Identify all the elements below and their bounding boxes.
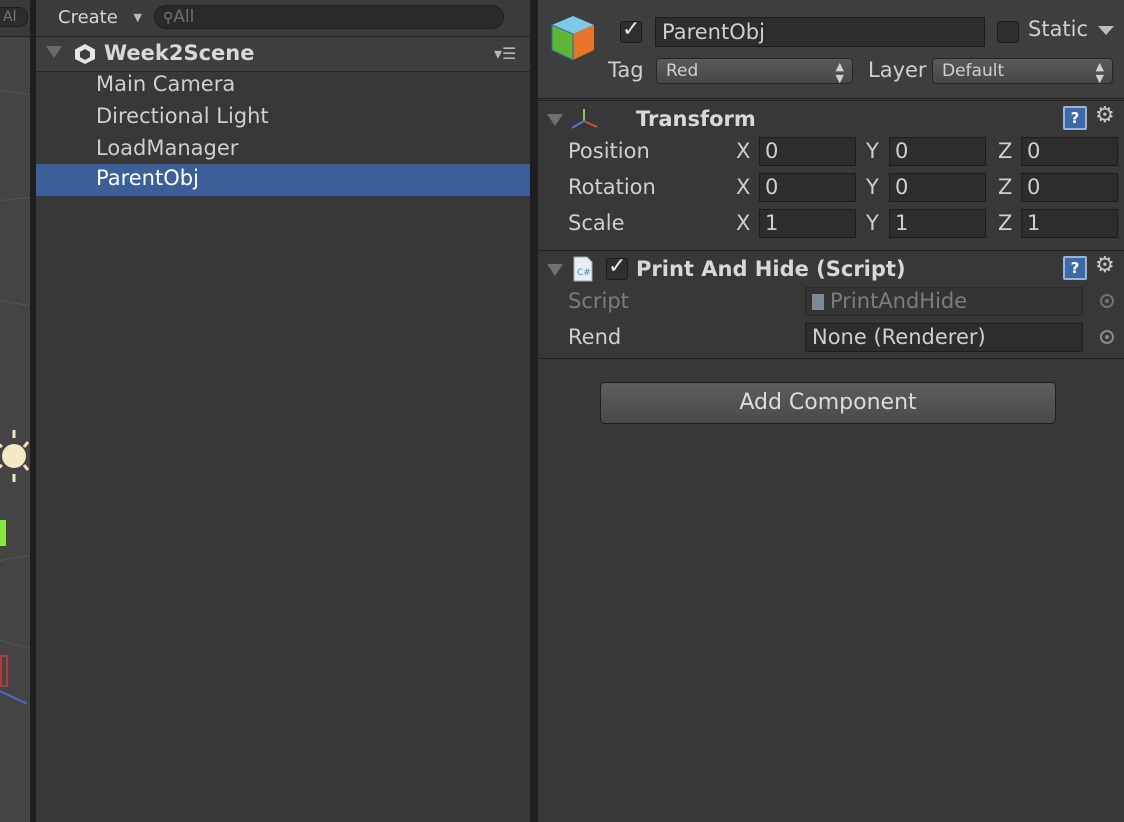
- scene-toolbar: Al: [0, 0, 30, 37]
- axis-z-label: Z: [998, 211, 1013, 235]
- create-label: Create: [58, 7, 118, 28]
- hierarchy-item-directional-light[interactable]: Directional Light: [36, 102, 530, 134]
- checkmark-icon: ✓: [608, 254, 627, 279]
- object-header: ✓ ParentObj Static Tag Red ▲ ▼ Layer Defa…: [538, 0, 1124, 99]
- tag-value: Red: [666, 61, 699, 81]
- divider: [538, 358, 1124, 359]
- object-name-field[interactable]: ParentObj: [655, 17, 985, 47]
- position-z-field[interactable]: 0: [1021, 137, 1118, 166]
- layer-label: Layer: [868, 58, 927, 82]
- transform-title: Transform: [636, 107, 756, 131]
- script-component-title: Print And Hide (Script): [636, 257, 906, 281]
- object-picker-icon[interactable]: [1100, 330, 1114, 344]
- rotation-y-field[interactable]: 0: [889, 173, 986, 202]
- hierarchy-toolbar: Create ▼ ⚲All: [36, 0, 530, 37]
- add-component-button[interactable]: Add Component: [600, 382, 1056, 424]
- position-x-field[interactable]: 0: [759, 137, 856, 166]
- inspector-panel: ✓ ParentObj Static Tag Red ▲ ▼ Layer Defa…: [538, 0, 1124, 822]
- gizmo-green-axis: [0, 520, 6, 546]
- axis-z-label: Z: [998, 139, 1013, 163]
- hierarchy-search-input[interactable]: ⚲All: [154, 5, 504, 29]
- grid-line: [0, 195, 30, 201]
- hierarchy-item-load-manager[interactable]: LoadManager: [36, 134, 530, 166]
- search-icon: ⚲: [163, 10, 174, 26]
- script-reference-field: PrintAndHide: [805, 287, 1083, 316]
- rotation-x-field[interactable]: 0: [759, 173, 856, 202]
- axis-x-label: X: [736, 139, 751, 163]
- axis-y-label: Y: [866, 175, 879, 199]
- axis-z-label: Z: [998, 175, 1013, 199]
- grid-line: [0, 640, 30, 651]
- script-file-icon: [812, 294, 824, 310]
- gizmo-red-box: [0, 655, 8, 687]
- script-label: Script: [568, 289, 629, 313]
- tag-label: Tag: [608, 58, 644, 82]
- csharp-script-icon: C#: [573, 256, 593, 282]
- active-checkbox[interactable]: ✓: [620, 17, 642, 43]
- pane-splitter[interactable]: [530, 0, 538, 822]
- rend-field[interactable]: None (Renderer): [805, 323, 1083, 352]
- checkmark-icon: ✓: [622, 17, 641, 42]
- hierarchy-item-label: Main Camera: [96, 72, 236, 96]
- static-label: Static: [1028, 17, 1089, 41]
- create-dropdown-button[interactable]: Create ▼: [46, 5, 142, 31]
- scene-search-field[interactable]: Al: [0, 7, 28, 27]
- rotation-label: Rotation: [568, 175, 656, 199]
- updown-arrows-icon: ▲ ▼: [835, 60, 844, 85]
- layer-dropdown[interactable]: Default ▲ ▼: [932, 58, 1113, 85]
- axis-y-label: Y: [866, 139, 879, 163]
- cube-icon: [551, 16, 594, 61]
- gear-icon[interactable]: ⚙: [1095, 253, 1115, 278]
- rotation-z-field[interactable]: 0: [1021, 173, 1118, 202]
- object-picker-icon: [1100, 294, 1114, 308]
- axis-x-label: X: [736, 175, 751, 199]
- grid-line: [0, 90, 30, 97]
- grid-line: [0, 300, 30, 308]
- scene-root-row[interactable]: Week2Scene ▾☰: [36, 37, 530, 72]
- scale-x-field[interactable]: 1: [759, 209, 856, 238]
- scale-z-field[interactable]: 1: [1021, 209, 1118, 238]
- fold-arrow-icon[interactable]: [46, 46, 62, 58]
- menu-icon[interactable]: ▾☰: [494, 44, 516, 63]
- gizmo-blue-axis: [0, 690, 28, 705]
- layer-value: Default: [942, 61, 1005, 81]
- fold-arrow-icon[interactable]: [547, 114, 563, 126]
- hierarchy-item-label: LoadManager: [96, 136, 239, 160]
- chevron-down-icon: ▼: [133, 11, 142, 24]
- axis-y-label: Y: [866, 211, 879, 235]
- help-icon[interactable]: ?: [1063, 256, 1087, 280]
- svg-text:C#: C#: [577, 268, 591, 278]
- hierarchy-item-main-camera[interactable]: Main Camera: [36, 70, 530, 102]
- script-value: PrintAndHide: [830, 289, 968, 313]
- gear-icon[interactable]: ⚙: [1095, 103, 1115, 128]
- scale-label: Scale: [568, 211, 625, 235]
- transform-header[interactable]: Transform ? ⚙: [538, 100, 1124, 137]
- unity-logo-icon: [75, 44, 95, 64]
- transform-axes-icon: [571, 109, 598, 129]
- hierarchy-panel: Create ▼ ⚲All Week2Scene ▾☰ Main Camera …: [36, 0, 530, 822]
- script-component-header[interactable]: C# ✓ Print And Hide (Script) ? ⚙: [538, 250, 1124, 287]
- tag-dropdown[interactable]: Red ▲ ▼: [656, 58, 853, 85]
- static-checkbox[interactable]: [997, 21, 1019, 43]
- fold-arrow-icon[interactable]: [547, 264, 563, 276]
- rend-label: Rend: [568, 325, 622, 349]
- search-placeholder: All: [173, 7, 195, 27]
- position-label: Position: [568, 139, 650, 163]
- scale-y-field[interactable]: 1: [889, 209, 986, 238]
- position-y-field[interactable]: 0: [889, 137, 986, 166]
- hierarchy-item-parent-obj[interactable]: ParentObj: [36, 164, 530, 196]
- hierarchy-item-label: ParentObj: [96, 166, 199, 190]
- help-icon[interactable]: ?: [1063, 106, 1087, 130]
- scene-view-edge[interactable]: Al: [0, 0, 31, 822]
- script-enabled-checkbox[interactable]: ✓: [606, 254, 628, 280]
- light-gizmo-icon: [0, 430, 30, 482]
- grid-line: [0, 553, 30, 561]
- hierarchy-item-label: Directional Light: [96, 104, 269, 128]
- updown-arrows-icon: ▲ ▼: [1095, 60, 1104, 85]
- scene-name: Week2Scene: [104, 41, 255, 65]
- static-dropdown-arrow-icon[interactable]: [1098, 26, 1114, 35]
- axis-x-label: X: [736, 211, 751, 235]
